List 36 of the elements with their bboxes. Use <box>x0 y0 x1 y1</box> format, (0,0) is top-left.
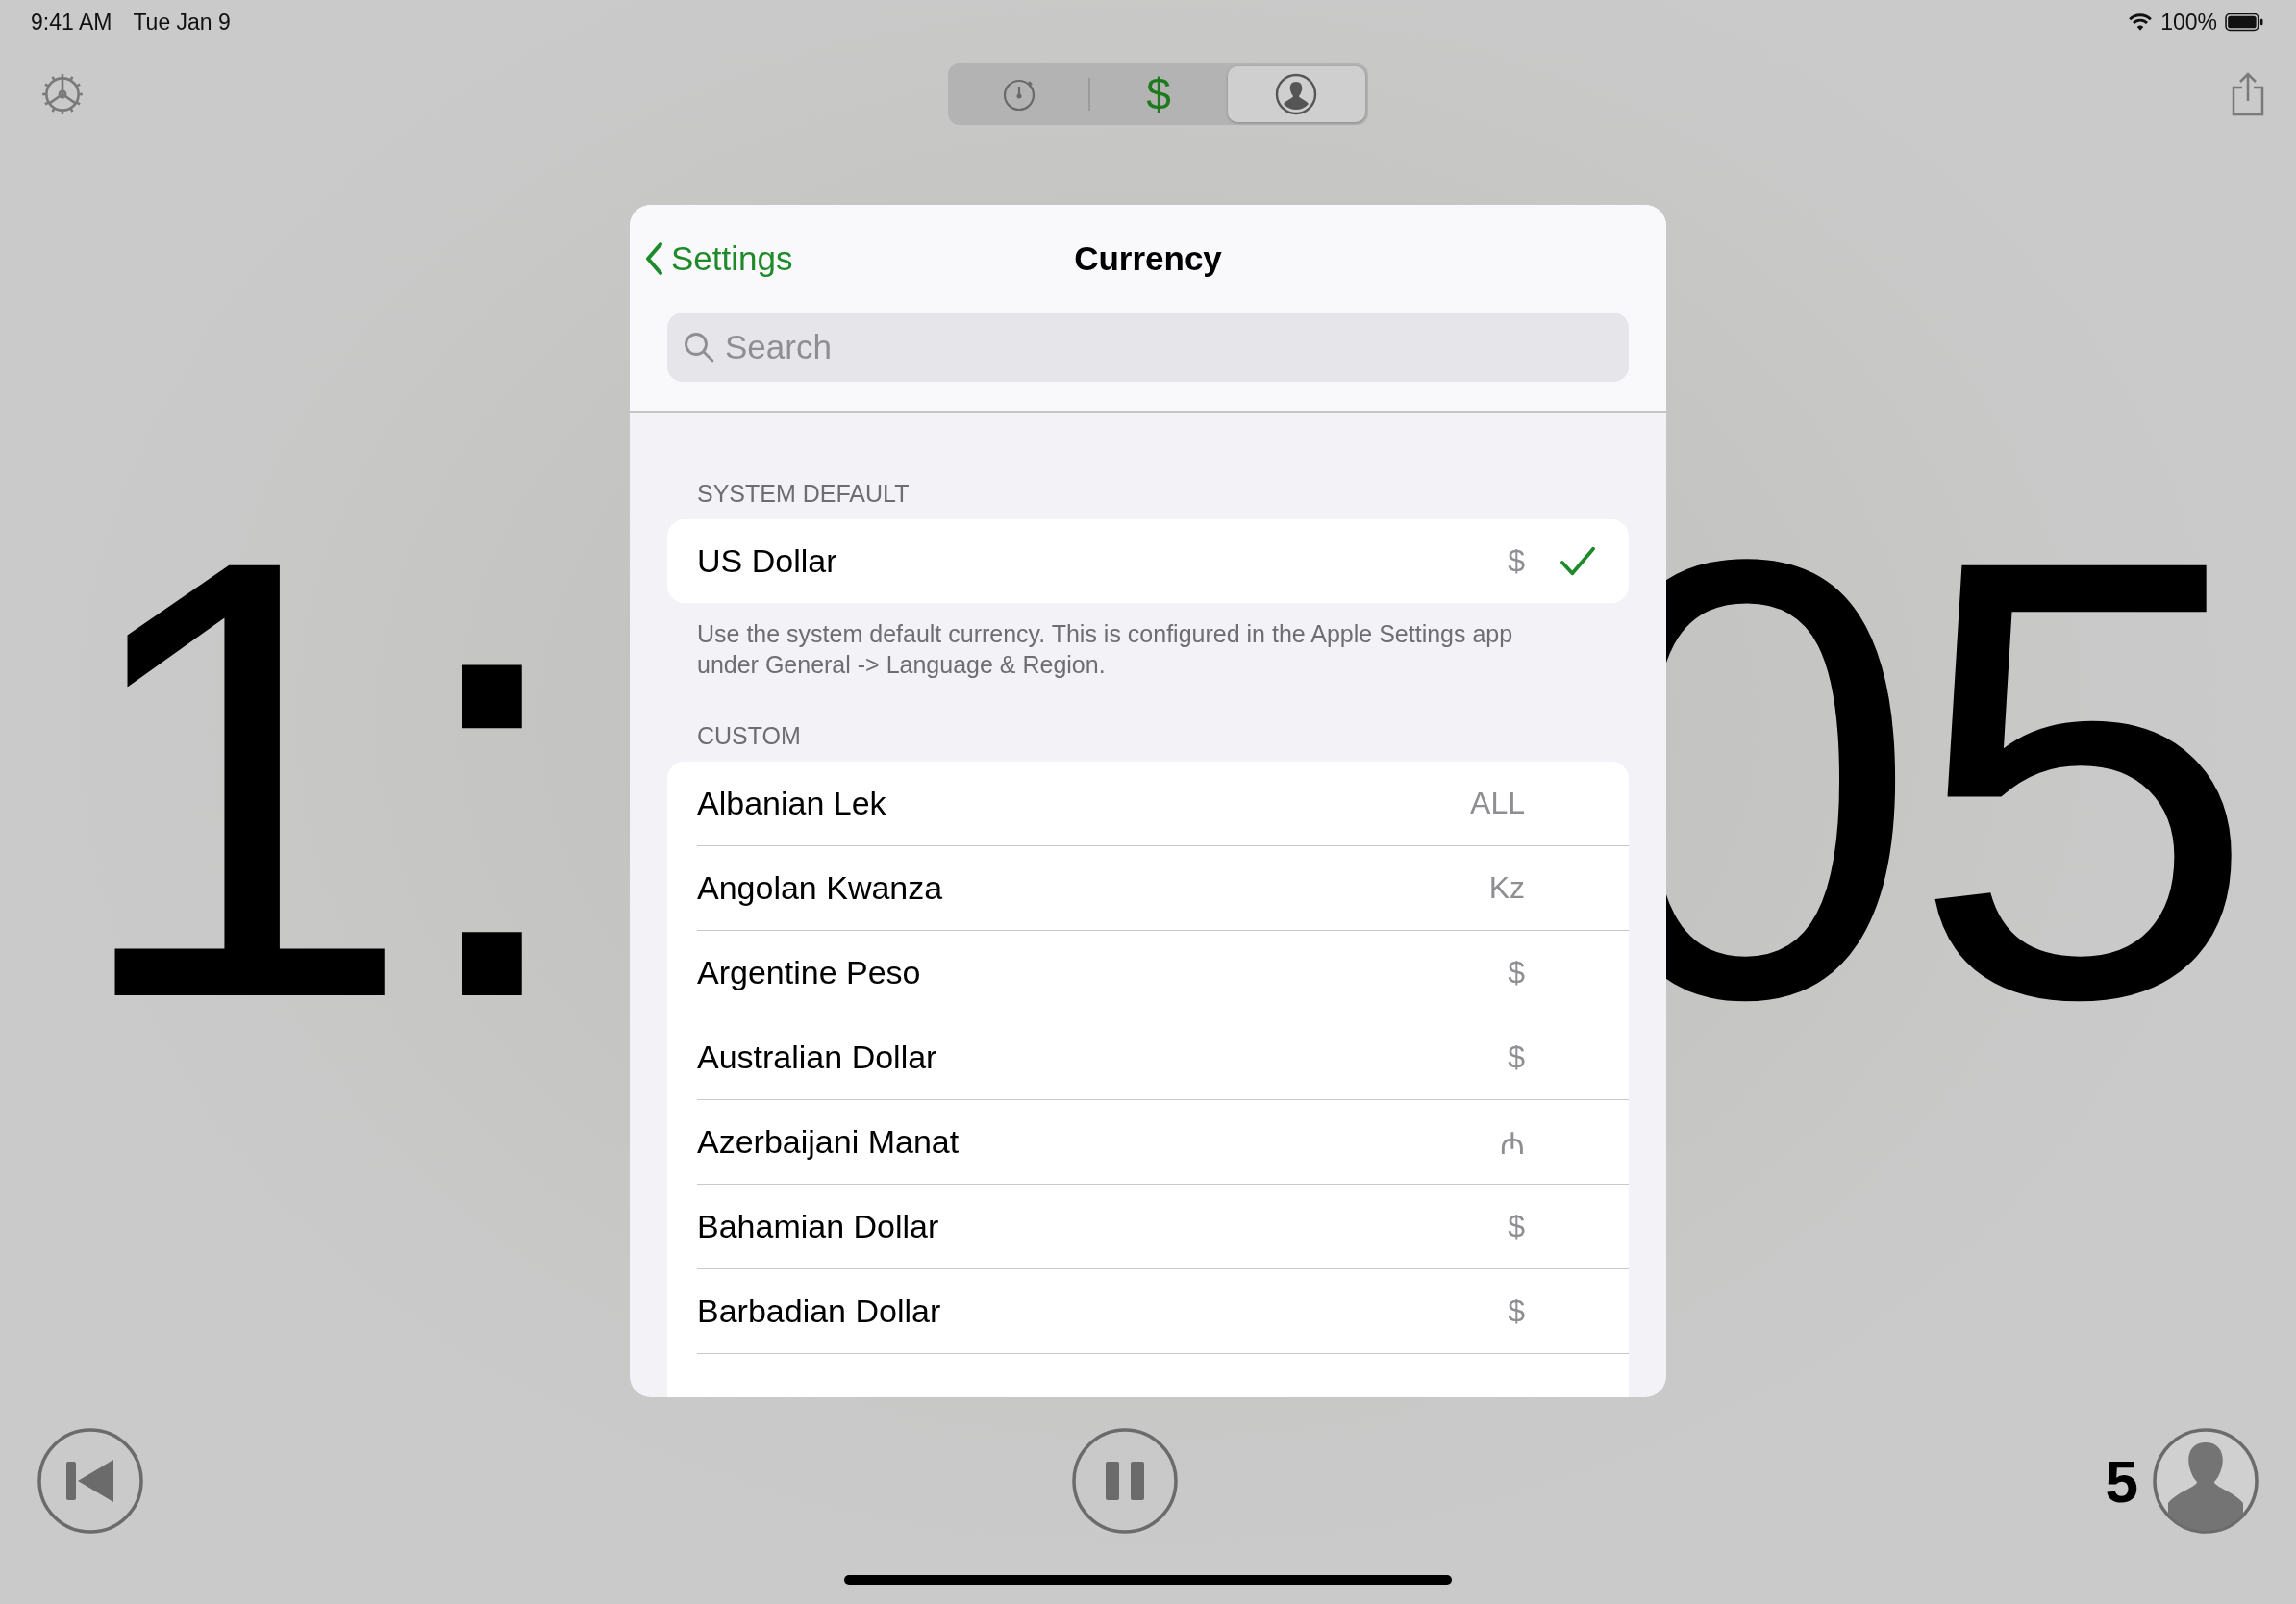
timer-digits: 1: <box>67 466 570 1091</box>
search-field[interactable]: Search <box>667 313 1629 382</box>
pause-icon[interactable] <box>1070 1427 1179 1535</box>
battery-percent: 100% <box>2160 9 2217 36</box>
footer-note: Use the system default currency. This is configured in the Apple Settings app under General -> Language & Region. <box>696 619 1514 680</box>
currency-symbol: Kz <box>1488 870 1525 906</box>
currency-name[interactable]: Australian Dollar <box>697 1039 1509 1076</box>
player-tab[interactable] <box>1227 66 1365 122</box>
currency-symbol: $ <box>1508 1209 1525 1244</box>
player-count: 5 <box>2105 1446 2138 1516</box>
currency-name[interactable]: Albanian Lek <box>697 785 1471 822</box>
currency-name[interactable]: Azerbaijani Manat <box>697 1123 1500 1161</box>
wifi-icon <box>2128 13 2154 32</box>
currency-name[interactable]: Barbadian Dollar <box>697 1292 1509 1330</box>
currency-symbol: ALL <box>1470 786 1525 821</box>
person-icon <box>1275 73 1317 115</box>
currency-symbol: $ <box>1508 1040 1525 1075</box>
sheet-title: Currency <box>1074 239 1222 278</box>
avatar-icon[interactable] <box>2152 1427 2259 1535</box>
checkmark-icon <box>1560 544 1596 578</box>
status-date: Tue Jan 9 <box>133 9 231 36</box>
currency-symbol: ₼ <box>1500 1125 1525 1163</box>
skip-back-icon[interactable] <box>37 1427 144 1535</box>
currency-name[interactable]: US Dollar <box>697 542 1509 580</box>
currency-symbol: $ <box>1508 955 1525 990</box>
section-header: SYSTEM DEFAULT <box>696 480 911 509</box>
battery-icon <box>2225 13 2263 32</box>
back-button[interactable]: Settings <box>644 239 793 278</box>
chevron-left-icon <box>644 239 663 278</box>
section-header: CUSTOM <box>696 722 802 751</box>
currency-name[interactable]: Argentine Peso <box>697 954 1509 991</box>
currency-symbol: $ <box>1508 1293 1525 1329</box>
currency-name[interactable]: Angolan Kwanza <box>697 869 1489 907</box>
currency-name[interactable]: Bahamian Dollar <box>697 1208 1509 1245</box>
currency-symbol: $ <box>1508 543 1525 579</box>
status-time: 9:41 AM <box>31 9 112 36</box>
